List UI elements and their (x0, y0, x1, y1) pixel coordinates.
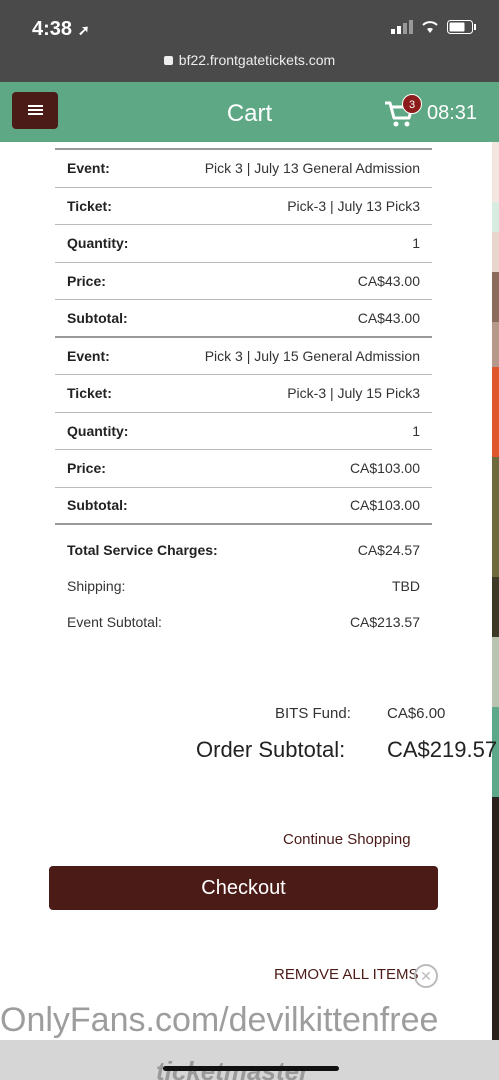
quantity-label: Quantity: (67, 422, 129, 439)
subtotal-label: Subtotal: (67, 497, 128, 514)
item-1-price-row: Price: CA$43.00 (55, 263, 432, 300)
price-label: Price: (67, 272, 106, 289)
location-arrow-icon: ➚ (74, 22, 90, 38)
signal-icon (391, 20, 413, 34)
status-icons (391, 20, 477, 34)
close-circle-icon[interactable]: ✕ (414, 964, 438, 988)
status-time: 4:38 ➚ (32, 18, 90, 40)
bits-fund-value: CA$6.00 (387, 705, 446, 722)
bottom-bar: ticketmaster (0, 1040, 499, 1080)
price-value: CA$103.00 (349, 460, 420, 477)
subtotal-value: CA$43.00 (357, 309, 420, 326)
quantity-value: 1 (412, 422, 420, 439)
event-value: Pick 3 | July 13 General Admission (204, 160, 420, 177)
battery-icon (447, 20, 476, 34)
subtotal-value: CA$103.00 (349, 497, 420, 514)
lock-icon (163, 56, 173, 65)
event-subtotal-value: CA$213.57 (349, 614, 420, 630)
remove-all-items-link[interactable]: REMOVE ALL ITEMS (274, 966, 419, 983)
event-value: Pick 3 | July 15 General Admission (204, 347, 420, 364)
cart-count-badge: 3 (402, 94, 422, 114)
event-subtotal-label: Event Subtotal: (67, 614, 162, 630)
item-1-ticket-row: Ticket: Pick-3 | July 13 Pick3 (55, 188, 432, 225)
page-title: Cart (226, 100, 273, 127)
order-subtotal-label: Order Subtotal: (196, 737, 346, 762)
item-1-event-row: Event: Pick 3 | July 13 General Admission (55, 150, 432, 188)
checkout-button[interactable]: Checkout (49, 866, 438, 910)
ticket-value: Pick-3 | July 15 Pick3 (287, 385, 420, 402)
service-charges-row: Total Service Charges: CA$24.57 (55, 532, 432, 568)
shipping-label: Shipping: (67, 578, 126, 594)
url-bar[interactable]: bf22.frontgatetickets.com (0, 52, 499, 68)
url-text: bf22.frontgatetickets.com (178, 52, 336, 68)
price-value: CA$43.00 (357, 272, 420, 289)
item-2-ticket-row: Ticket: Pick-3 | July 15 Pick3 (55, 375, 432, 413)
ticket-label: Ticket: (67, 385, 112, 402)
price-label: Price: (67, 460, 106, 477)
status-bar: 4:38 ➚ bf22.frontgatetickets.com (0, 0, 499, 82)
right-edge-strip (492, 142, 499, 1080)
event-label: Event: (67, 347, 110, 364)
event-summary: Total Service Charges: CA$24.57 Shipping:… (55, 532, 432, 640)
service-charges-value: CA$24.57 (357, 542, 420, 558)
subtotal-label: Subtotal: (67, 309, 128, 326)
item-1-subtotal-row: Subtotal: CA$43.00 (55, 300, 432, 338)
cart-timer: 08:31 (427, 102, 478, 124)
quantity-label: Quantity: (67, 235, 129, 252)
ticket-value: Pick-3 | July 13 Pick3 (287, 197, 420, 214)
shipping-value: TBD (392, 578, 420, 594)
event-label: Event: (67, 160, 110, 177)
item-2-price-row: Price: CA$103.00 (55, 450, 432, 488)
watermark: OnlyFans.com/devilkittenfree (0, 1001, 439, 1039)
item-2-quantity-row: Quantity: 1 (55, 413, 432, 450)
service-charges-label: Total Service Charges: (67, 542, 218, 558)
quantity-value: 1 (412, 235, 420, 252)
home-indicator[interactable] (163, 1066, 339, 1071)
continue-shopping-link[interactable]: Continue Shopping (283, 831, 411, 848)
wifi-icon (422, 21, 438, 33)
shipping-row: Shipping: TBD (55, 568, 432, 604)
item-2-event-row: Event: Pick 3 | July 15 General Admission (55, 338, 432, 375)
ticket-label: Ticket: (67, 197, 112, 214)
bits-fund-label: BITS Fund: (275, 705, 351, 722)
order-subtotal-value: CA$219.57 (387, 737, 498, 762)
item-2-subtotal-row: Subtotal: CA$103.00 (55, 488, 432, 525)
navbar: Cart (0, 82, 499, 142)
item-1-quantity-row: Quantity: 1 (55, 225, 432, 263)
cart-items-table: Event: Pick 3 | July 13 General Admission… (55, 148, 432, 525)
event-subtotal-row: Event Subtotal: CA$213.57 (55, 604, 432, 640)
